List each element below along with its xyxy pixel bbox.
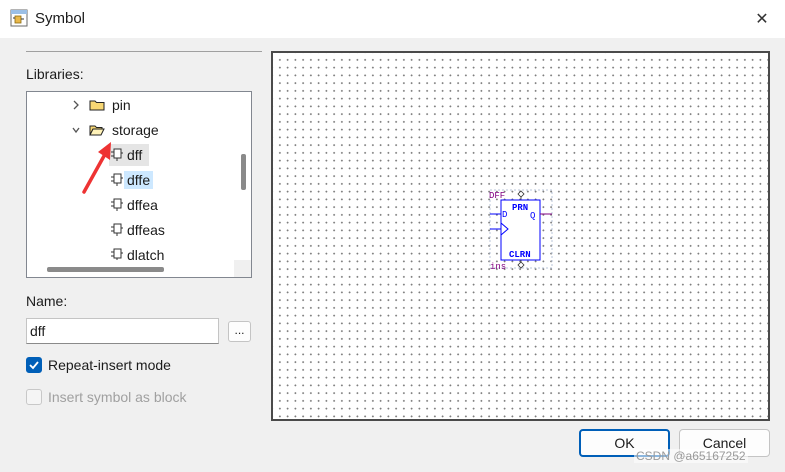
scrollbar-thumb[interactable] (47, 267, 164, 272)
tree-item-label: dff (127, 147, 143, 163)
libraries-label: Libraries: (26, 66, 84, 82)
tree-item-pin[interactable]: pin (71, 94, 134, 116)
pin-d-label: D (502, 210, 507, 220)
pin-prn-label: PRN (512, 203, 528, 213)
name-label: Name: (26, 293, 68, 309)
instance-label: ins (490, 262, 506, 272)
close-icon: ✕ (755, 11, 769, 28)
watermark: CSDN @a65167252 (634, 449, 748, 463)
browse-button[interactable]: ... (228, 321, 251, 342)
annotation-arrow (82, 142, 111, 194)
chevron-down-icon (72, 127, 80, 134)
tree-item-label: storage (112, 122, 159, 138)
pin-clrn-label: CLRN (509, 250, 531, 260)
dff-symbol-preview: DFF D PRN Q CLRN ins (489, 189, 553, 272)
name-input[interactable] (26, 318, 219, 344)
chevron-right-icon (73, 100, 79, 110)
tree-vertical-scrollbar[interactable] (234, 92, 251, 260)
section-divider (26, 51, 262, 52)
tree-item-label: dffeas (127, 222, 165, 238)
folder-icon (89, 100, 105, 111)
title-bar: Symbol ✕ (0, 0, 785, 38)
symbol-icon (111, 223, 123, 236)
window-title: Symbol (35, 10, 86, 27)
close-button[interactable]: ✕ (739, 0, 785, 38)
repeat-insert-checkbox[interactable] (26, 357, 42, 373)
checkmark-icon (29, 361, 39, 370)
tree-horizontal-scrollbar[interactable] (27, 260, 234, 277)
tree-item-dffeas[interactable]: dffeas (109, 219, 168, 241)
folder-open-icon (89, 125, 105, 136)
insert-as-block-checkbox[interactable] (26, 389, 42, 405)
scrollbar-corner (234, 260, 251, 277)
insert-as-block-label: Insert symbol as block (48, 389, 187, 405)
symbol-app-icon (10, 9, 28, 27)
scrollbar-thumb[interactable] (241, 154, 246, 190)
tree-item-label: dffe (124, 171, 154, 189)
symbol-icon (111, 198, 123, 211)
tree-item-label: pin (112, 97, 131, 113)
tree-item-label: dffea (127, 197, 158, 213)
repeat-insert-label: Repeat-insert mode (48, 357, 171, 373)
pin-q-label: Q (530, 211, 535, 221)
library-tree[interactable]: pin storage dff dffe dffea dffeas dlatch (26, 91, 252, 278)
symbol-preview-canvas: DFF D PRN Q CLRN ins (271, 51, 770, 421)
